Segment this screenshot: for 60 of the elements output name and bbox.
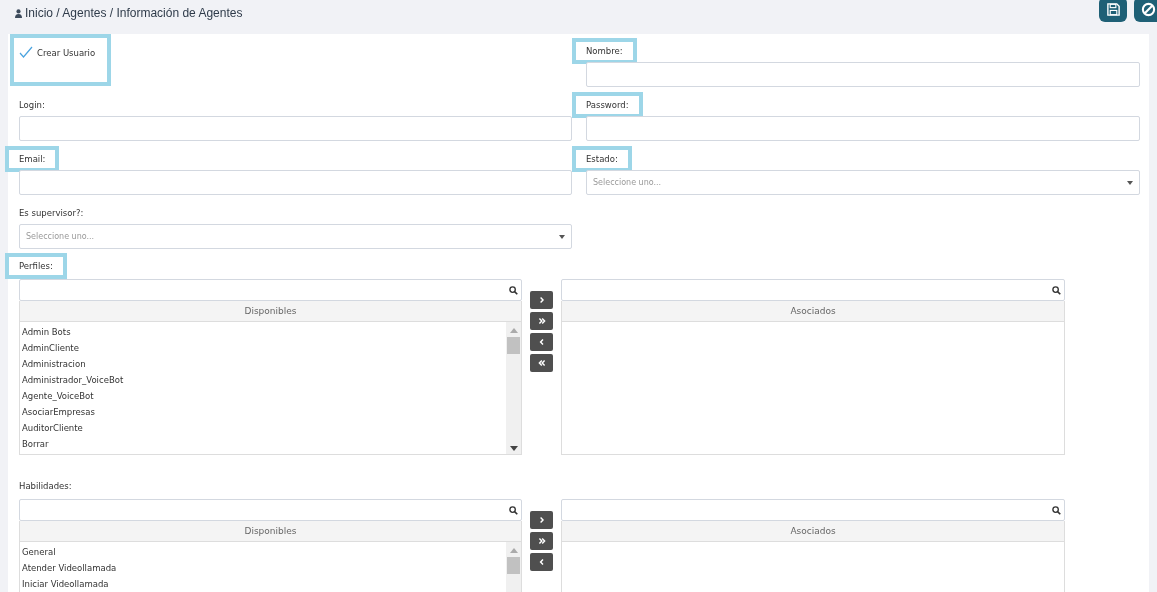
chevron-icon <box>537 338 546 346</box>
password-field[interactable] <box>586 116 1140 141</box>
chevron-icon <box>537 359 546 367</box>
chevron-icon <box>537 537 546 545</box>
remove-all-button[interactable] <box>530 354 553 372</box>
chevron-icon <box>537 558 546 566</box>
field-label: Habilidades: <box>18 480 73 493</box>
save-button[interactable] <box>1099 0 1127 22</box>
field-label: Login: <box>18 99 46 112</box>
remove-one-button[interactable] <box>530 553 553 571</box>
move-one-button[interactable] <box>530 511 553 529</box>
move-all-button[interactable] <box>530 532 553 550</box>
check-icon <box>19 46 33 58</box>
search-icon <box>1052 285 1061 295</box>
scroll-thumb[interactable] <box>507 337 520 354</box>
list-header: Disponibles <box>19 521 522 542</box>
breadcrumb: Inicio / Agentes / Información de Agentes <box>25 6 243 20</box>
scrollbar[interactable] <box>506 322 521 454</box>
search-icon <box>509 505 518 515</box>
scroll-up-icon[interactable] <box>509 328 518 333</box>
scroll-up-icon[interactable] <box>509 548 518 553</box>
dropdown-icon <box>559 234 565 239</box>
list-header: Disponibles <box>19 301 522 322</box>
user-icon <box>15 8 22 18</box>
list-item[interactable]: Iniciar Videollamada <box>22 576 506 592</box>
remove-one-button[interactable] <box>530 333 553 351</box>
field-label: Es supervisor?: <box>18 207 85 220</box>
list-item[interactable]: Administrador_VoiceBot <box>22 372 506 388</box>
create-user-checkbox[interactable]: Crear Usuario <box>10 34 112 86</box>
list-item[interactable]: General <box>22 544 506 560</box>
list-item[interactable]: Atender Videollamada <box>22 560 506 576</box>
search-field[interactable] <box>19 499 522 521</box>
cancel-button[interactable] <box>1134 0 1157 22</box>
input-field[interactable] <box>19 116 572 141</box>
input-field[interactable] <box>586 62 1140 87</box>
list-item[interactable]: Borrar <box>22 436 506 452</box>
list-header: Asociados <box>561 521 1065 542</box>
list-item[interactable]: Admin Bots <box>22 324 506 340</box>
input-field[interactable] <box>19 170 572 195</box>
dropdown-icon <box>1127 180 1133 185</box>
list-item[interactable]: AdminCliente <box>22 340 506 356</box>
list-header: Asociados <box>561 301 1065 322</box>
list-item[interactable]: Agente_VoiceBot <box>22 388 506 404</box>
chevron-icon <box>537 296 546 304</box>
prohibited-icon <box>1140 2 1156 17</box>
list-item[interactable]: AsociarEmpresas <box>22 404 506 420</box>
search-icon <box>1052 505 1061 515</box>
list-item[interactable]: Administracion <box>22 356 506 372</box>
chevron-icon <box>537 516 546 524</box>
search-field[interactable] <box>561 279 1065 301</box>
move-all-button[interactable] <box>530 312 553 330</box>
search-field[interactable] <box>19 279 522 301</box>
field-label: Perfiles: <box>5 253 67 279</box>
list-item[interactable]: AuditorCliente <box>22 420 506 436</box>
scroll-down-icon[interactable] <box>509 446 518 451</box>
chevron-icon <box>537 317 546 325</box>
search-field[interactable] <box>561 499 1065 521</box>
scroll-thumb[interactable] <box>507 557 520 574</box>
search-icon <box>509 285 518 295</box>
move-one-button[interactable] <box>530 291 553 309</box>
